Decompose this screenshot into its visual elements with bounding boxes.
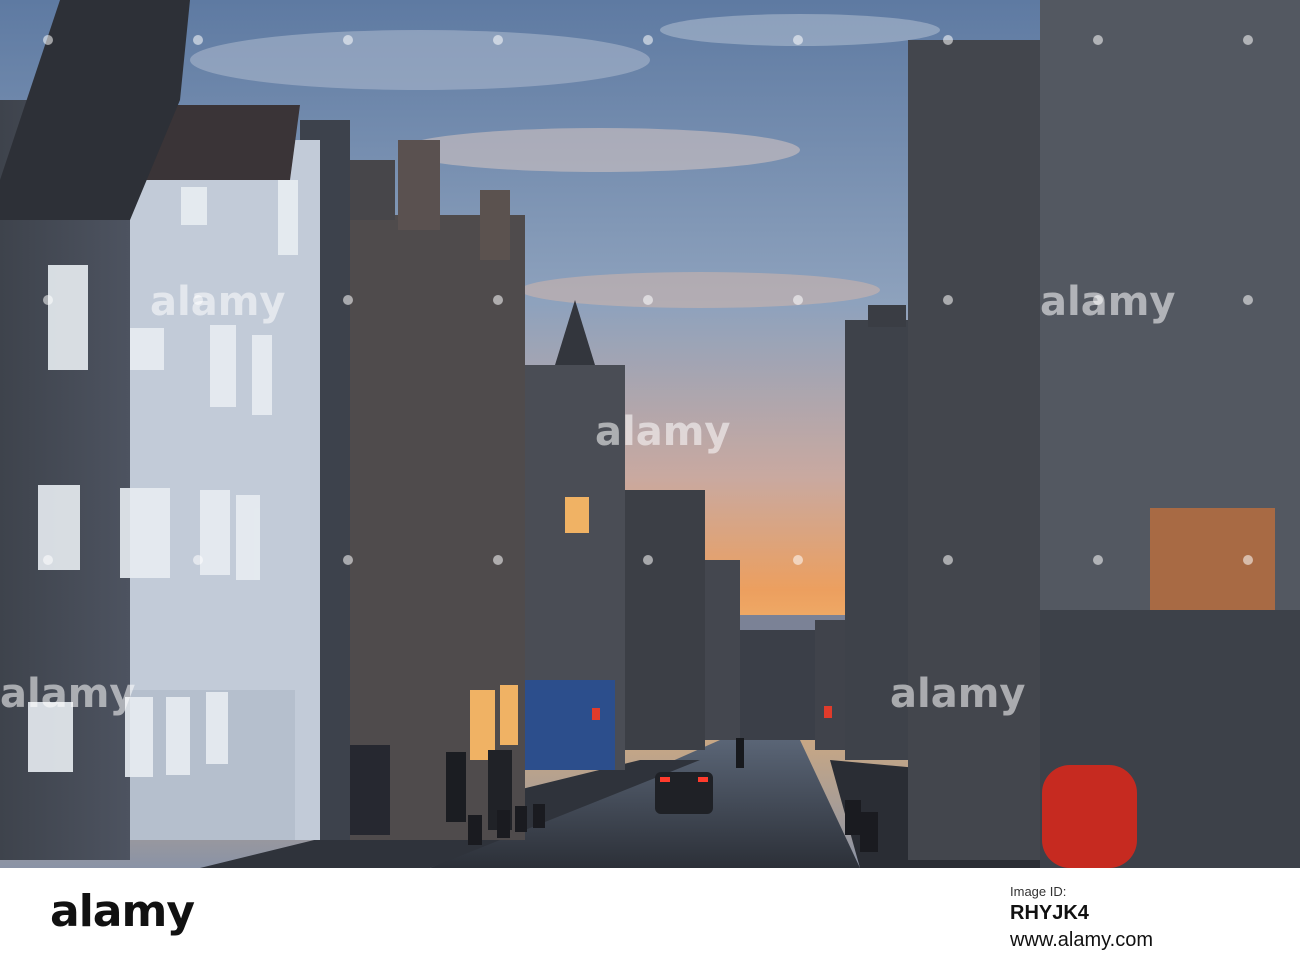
watermark-dot xyxy=(643,295,653,305)
window xyxy=(206,692,228,764)
footer-info: Image ID: RHYJK4 www.alamy.com xyxy=(1010,882,1260,952)
watermark-dot xyxy=(1093,295,1103,305)
chimney xyxy=(398,140,440,230)
lit-window xyxy=(500,685,518,745)
window xyxy=(252,335,272,415)
watermark-dot xyxy=(943,295,953,305)
cloud xyxy=(190,30,650,90)
watermark-dot xyxy=(43,35,53,45)
bollard xyxy=(497,810,510,838)
watermark-dot xyxy=(643,555,653,565)
watermark-dot xyxy=(1093,35,1103,45)
pedestrian xyxy=(1042,765,1137,868)
watermark-dot xyxy=(943,555,953,565)
watermark-dot xyxy=(793,35,803,45)
window xyxy=(48,265,88,370)
watermark: alamy xyxy=(595,409,730,455)
watermark-dot xyxy=(943,35,953,45)
lit-window xyxy=(565,497,589,533)
footer-bar: alamy Image ID: RHYJK4 www.alamy.com xyxy=(0,868,1300,956)
chimney xyxy=(868,305,906,327)
watermark-dot xyxy=(1093,555,1103,565)
watermark: alamy xyxy=(1040,279,1175,325)
bollard xyxy=(515,806,527,832)
watermark-dot xyxy=(493,295,503,305)
window xyxy=(181,187,207,225)
watermark-dot xyxy=(793,555,803,565)
bollard xyxy=(468,815,482,845)
shop-sign xyxy=(1150,508,1275,623)
pedestrian xyxy=(446,752,466,822)
distant-building xyxy=(700,560,740,740)
watermark-dot xyxy=(793,295,803,305)
watermark: alamy xyxy=(150,279,285,325)
window xyxy=(166,697,190,775)
bollard xyxy=(533,804,545,828)
watermark-dot xyxy=(193,35,203,45)
street-photo: alamy alamy alamy alamy alamy xyxy=(0,0,1300,868)
watermark-dot xyxy=(493,35,503,45)
watermark-dot xyxy=(193,555,203,565)
lit-window xyxy=(470,690,495,760)
window xyxy=(278,180,298,255)
window xyxy=(120,488,170,578)
site-url[interactable]: www.alamy.com xyxy=(1010,929,1260,952)
watermark-dot xyxy=(343,555,353,565)
shop-front xyxy=(520,680,615,770)
watermark-dot xyxy=(343,35,353,45)
watermark-dot xyxy=(1243,35,1253,45)
distant-building xyxy=(735,630,815,740)
right-building xyxy=(908,40,1048,860)
watermark-dot xyxy=(643,35,653,45)
window xyxy=(130,328,164,370)
bollard xyxy=(860,812,878,852)
image-id-label: Image ID: xyxy=(1010,884,1067,899)
watermark-dot xyxy=(493,555,503,565)
window xyxy=(200,490,230,575)
watermark: alamy xyxy=(0,671,135,717)
chimney xyxy=(480,190,510,260)
bollard xyxy=(845,800,861,835)
window xyxy=(210,325,236,407)
watermark-dot xyxy=(343,295,353,305)
watermark-dot xyxy=(43,295,53,305)
pedestrian xyxy=(736,738,744,768)
alamy-logo[interactable]: alamy xyxy=(50,886,195,937)
car xyxy=(655,772,713,814)
watermark-dot xyxy=(1243,295,1253,305)
pedestrian xyxy=(350,745,390,835)
watermark-dot xyxy=(1243,555,1253,565)
image-id: RHYJK4 xyxy=(1010,902,1089,924)
distant-building xyxy=(625,490,705,750)
traffic-light xyxy=(592,708,600,720)
stone-building xyxy=(345,160,395,220)
cloud xyxy=(520,272,880,308)
watermark: alamy xyxy=(890,671,1025,717)
traffic-light xyxy=(824,706,832,718)
window xyxy=(236,495,260,580)
watermark-dot xyxy=(43,555,53,565)
watermark-dot xyxy=(193,295,203,305)
cloud xyxy=(400,128,800,172)
